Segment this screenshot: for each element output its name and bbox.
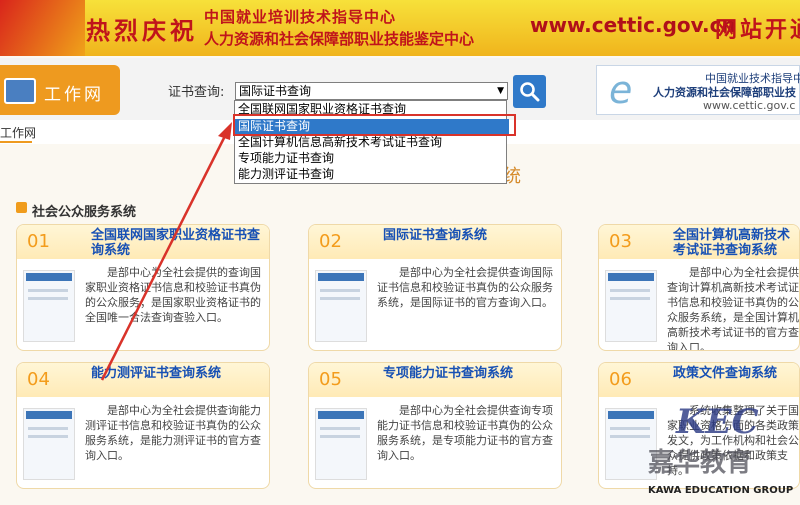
card-description: 系统收集整理了关于国家职业资格方面的各类政策发文，为工作机构和社会公众提供政策依… [667, 404, 799, 477]
banner-decoration [0, 0, 85, 56]
card-description: 是部中心为全社会提供查询国际证书信息和校验证书真伪的公众服务系统，是国际证书的官… [377, 266, 553, 309]
banner-org-line2: 人力资源和社会保障部职业技能鉴定中心 [204, 30, 475, 48]
certificate-select-value: 国际证书查询 [239, 84, 312, 98]
card-number: 04 [27, 369, 50, 390]
highlight-annotation-box [233, 114, 516, 136]
search-icon [520, 82, 540, 102]
banner-greeting: 热烈庆祝 [86, 17, 198, 45]
card-description: 是部中心为全社会提供查询能力测评证书信息和校验证书真伪的公众服务系统，是能力测评… [85, 404, 261, 462]
service-card[interactable]: 03 全国计算机高新技术考试证书查询系统 是部中心为全社会提供查询计算机高新技术… [598, 224, 800, 351]
card-thumbnail [605, 408, 657, 480]
certificate-dropdown-list: 全国联网国家职业资格证书查询 国际证书查询 全国计算机信息高新技术考试证书查询 … [234, 100, 509, 184]
card-thumbnail [605, 270, 657, 342]
card-title[interactable]: 国际证书查询系统 [383, 228, 561, 243]
dropdown-option[interactable]: 全国计算机信息高新技术考试证书查询 [235, 135, 509, 150]
card-number: 01 [27, 231, 50, 252]
section-title: 社会公众服务系统 [32, 205, 137, 220]
card-number: 02 [319, 231, 342, 252]
card-description: 是部中心为全社会提供查询计算机高新技术考试证书信息和校验证书真伪的公众服务系统，… [667, 266, 799, 351]
tab-active-indicator [0, 141, 32, 143]
card-number: 06 [609, 369, 632, 390]
logo-text: 工作网 [44, 85, 104, 105]
service-card[interactable]: 06 政策文件查询系统 系统收集整理了关于国家职业资格方面的各类政策发文，为工作… [598, 362, 800, 489]
partner-logo-url: www.cettic.gov.c [703, 99, 796, 112]
service-card[interactable]: 01 全国联网国家职业资格证书查询系统 是部中心为全社会提供的查询国家职业资格证… [16, 224, 270, 351]
dropdown-option[interactable]: 专项能力证书查询 [235, 151, 509, 166]
banner-url: www.cettic.gov.cn [530, 13, 736, 37]
card-thumbnail [23, 408, 75, 480]
card-title[interactable]: 全国联网国家职业资格证书查询系统 [91, 228, 269, 258]
card-thumbnail [23, 270, 75, 342]
service-card[interactable]: 05 专项能力证书查询系统 是部中心为全社会提供查询专项能力证书信息和校验证书真… [308, 362, 562, 489]
card-title[interactable]: 能力测评证书查询系统 [91, 366, 269, 381]
search-button[interactable] [513, 75, 546, 108]
book-icon [4, 78, 36, 104]
card-thumbnail [315, 408, 367, 480]
card-description: 是部中心为全社会提供的查询国家职业资格证书信息和校验证书真伪的公众服务；是国家职… [85, 266, 261, 324]
card-description: 是部中心为全社会提供查询专项能力证书信息和校验证书真伪的公众服务系统，是专项能力… [377, 404, 553, 462]
chevron-down-icon: ▼ [497, 86, 504, 96]
partner-logo-line2: 人力资源和社会保障部职业技 [653, 86, 796, 99]
top-banner: 热烈庆祝 中国就业培训技术指导中心 人力资源和社会保障部职业技能鉴定中心 www… [0, 0, 800, 56]
service-card[interactable]: 02 国际证书查询系统 是部中心为全社会提供查询国际证书信息和校验证书真伪的公众… [308, 224, 562, 351]
card-title[interactable]: 全国计算机高新技术考试证书查询系统 [673, 228, 799, 258]
partner-logo[interactable]: e 中国就业技术指导中 人力资源和社会保障部职业技 www.cettic.gov… [596, 65, 800, 115]
banner-open-text: 网站开通 [715, 18, 800, 43]
tab-work-net[interactable]: 工作网 [0, 124, 36, 141]
dropdown-option[interactable]: 能力测评证书查询 [235, 167, 509, 182]
service-card[interactable]: 04 能力测评证书查询系统 是部中心为全社会提供查询能力测评证书信息和校验证书真… [16, 362, 270, 489]
card-title[interactable]: 政策文件查询系统 [673, 366, 799, 381]
card-number: 05 [319, 369, 342, 390]
search-label: 证书查询: [168, 85, 225, 100]
card-number: 03 [609, 231, 632, 252]
card-title[interactable]: 专项能力证书查询系统 [383, 366, 561, 381]
certificate-select[interactable]: 国际证书查询 ▼ [235, 82, 508, 100]
section-bullet-icon [16, 202, 27, 213]
card-thumbnail [315, 270, 367, 342]
banner-org-line1: 中国就业培训技术指导中心 [204, 8, 397, 26]
e-logo-icon: e [609, 68, 633, 112]
